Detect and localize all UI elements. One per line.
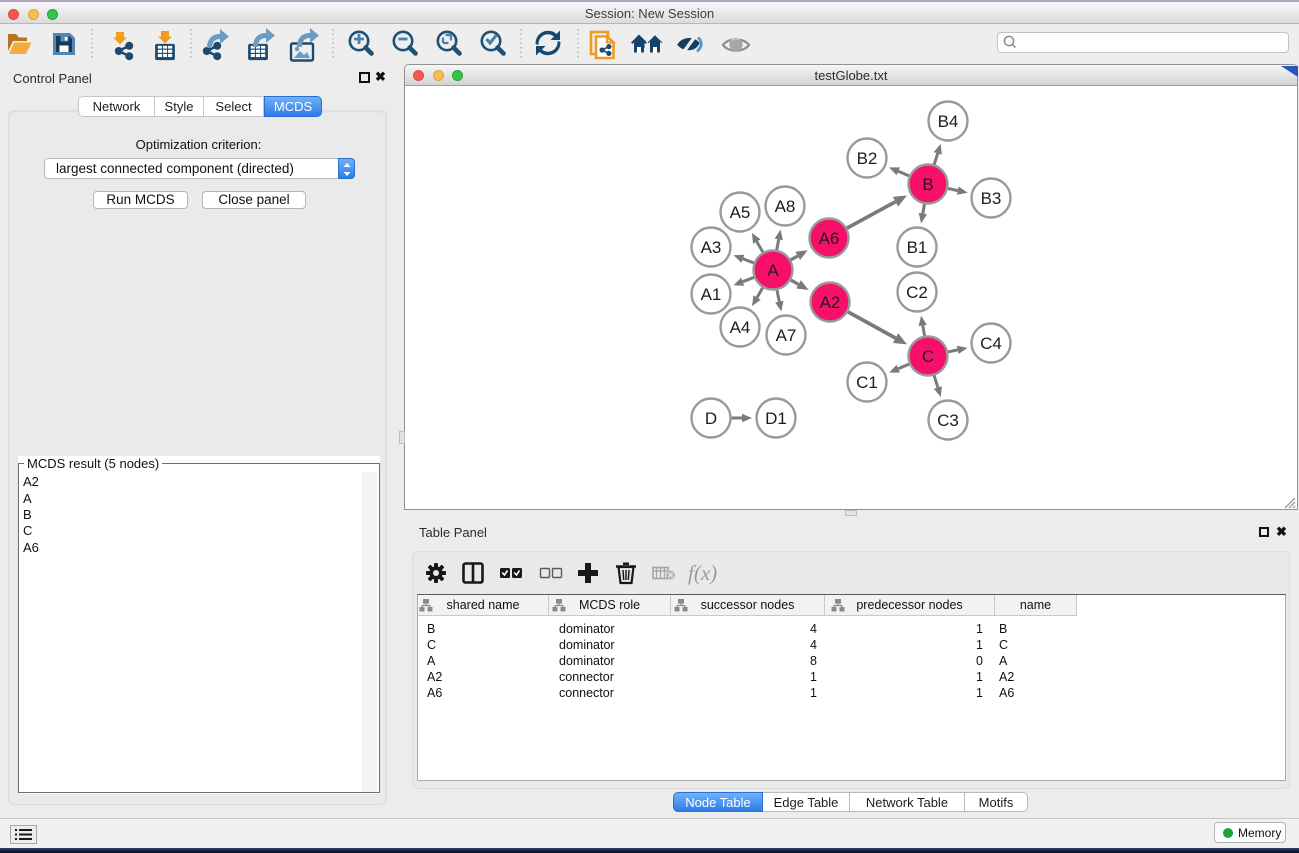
svg-text:C1: C1	[856, 373, 878, 392]
svg-text:A: A	[767, 261, 779, 280]
svg-text:A8: A8	[775, 197, 796, 216]
svg-text:D: D	[705, 409, 717, 428]
svg-text:C4: C4	[980, 334, 1002, 353]
svg-text:B1: B1	[907, 238, 928, 257]
svg-text:D1: D1	[765, 409, 787, 428]
svg-text:B2: B2	[857, 149, 878, 168]
svg-text:A5: A5	[730, 203, 751, 222]
svg-text:A4: A4	[730, 318, 751, 337]
svg-text:A7: A7	[776, 326, 797, 345]
svg-text:A6: A6	[819, 229, 840, 248]
svg-text:C2: C2	[906, 283, 928, 302]
svg-text:A2: A2	[820, 293, 841, 312]
svg-text:A1: A1	[701, 285, 722, 304]
svg-text:B3: B3	[981, 189, 1002, 208]
svg-text:C: C	[922, 347, 934, 366]
svg-text:C3: C3	[937, 411, 959, 430]
svg-text:B4: B4	[938, 112, 959, 131]
svg-text:A3: A3	[701, 238, 722, 257]
svg-text:f(x): f(x)	[688, 561, 717, 585]
svg-text:B: B	[922, 175, 933, 194]
